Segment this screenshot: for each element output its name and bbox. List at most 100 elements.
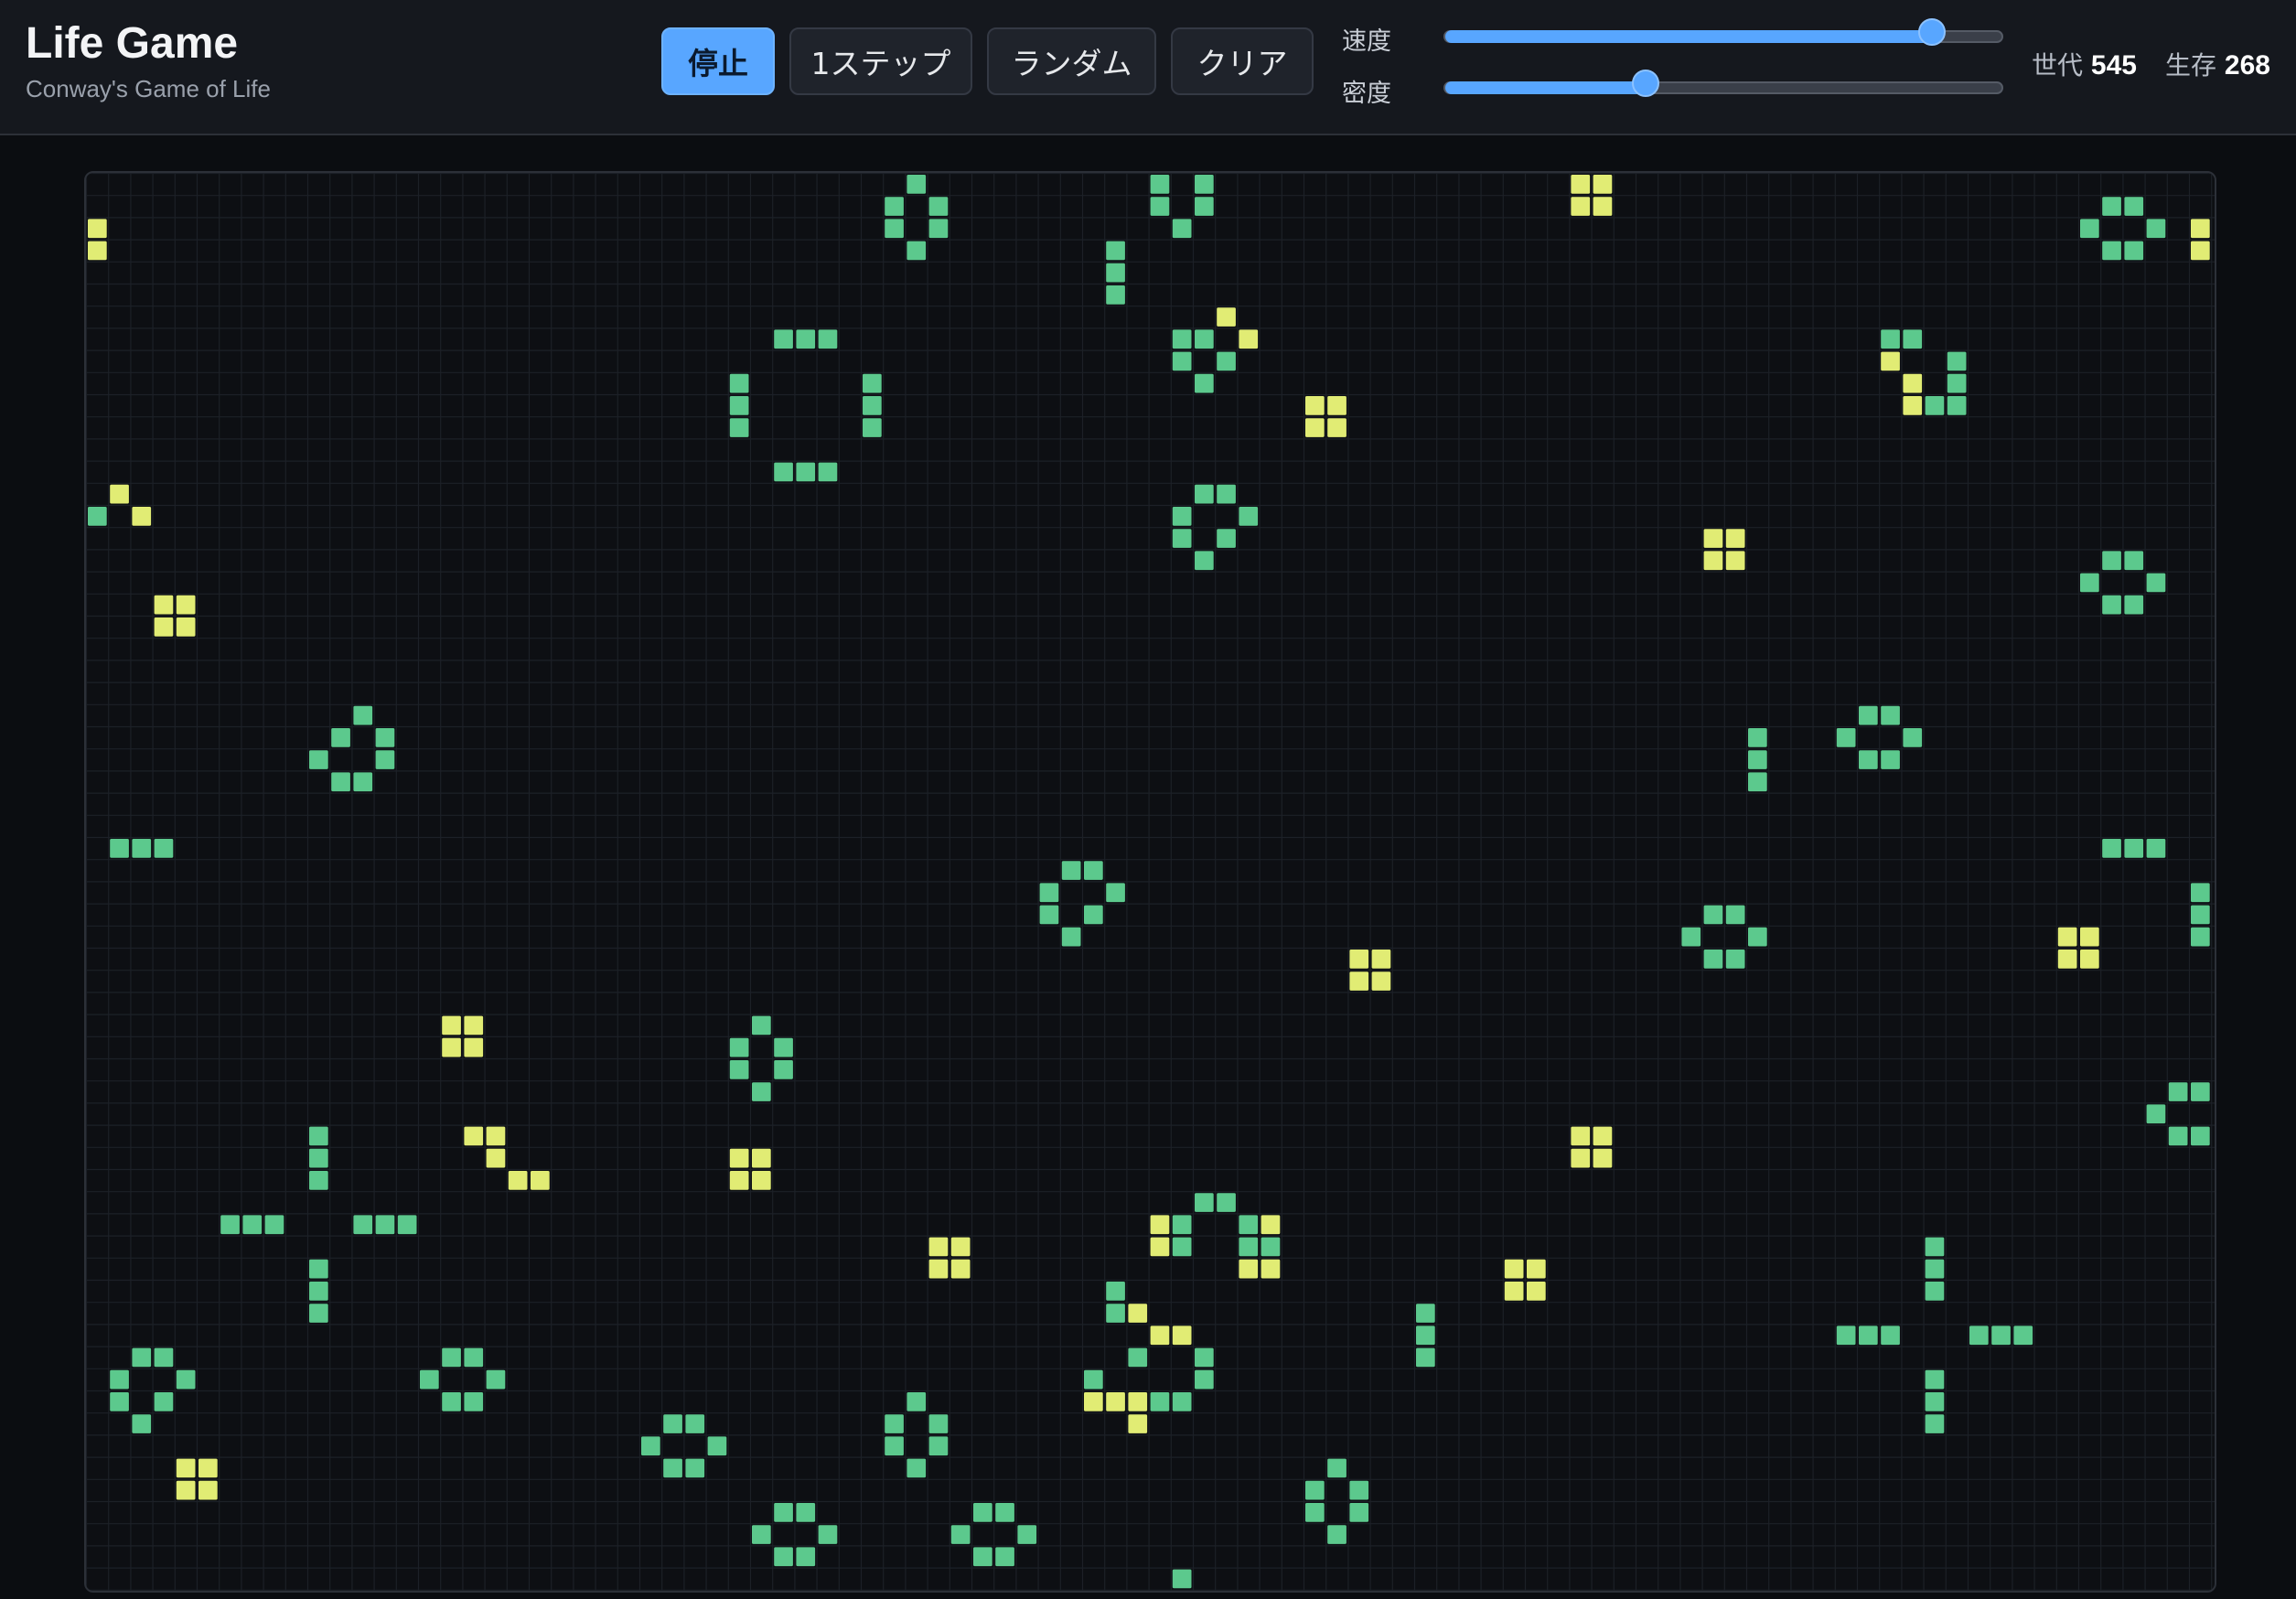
live-cell[interactable]: [1349, 1480, 1369, 1500]
live-cell[interactable]: [1217, 484, 1236, 504]
live-cell[interactable]: [1106, 883, 1125, 903]
live-cell[interactable]: [1061, 861, 1081, 880]
live-cell[interactable]: [353, 705, 373, 725]
live-cell[interactable]: [774, 462, 793, 482]
stable-cell[interactable]: [752, 1171, 771, 1190]
live-cell[interactable]: [1925, 1282, 1945, 1301]
stable-cell[interactable]: [1150, 1325, 1170, 1346]
live-cell[interactable]: [729, 418, 749, 437]
live-cell[interactable]: [1128, 1347, 1148, 1368]
live-cell[interactable]: [663, 1458, 682, 1478]
live-cell[interactable]: [110, 839, 129, 858]
stop-button[interactable]: 停止: [661, 27, 775, 95]
live-cell[interactable]: [1416, 1347, 1435, 1368]
live-cell[interactable]: [796, 1547, 816, 1567]
live-cell[interactable]: [2102, 595, 2121, 615]
speed-slider[interactable]: [1443, 18, 2003, 46]
live-cell[interactable]: [774, 1060, 793, 1079]
live-cell[interactable]: [1195, 197, 1214, 216]
live-cell[interactable]: [2124, 241, 2144, 261]
live-cell[interactable]: [154, 1347, 174, 1368]
live-cell[interactable]: [928, 197, 949, 216]
live-cell[interactable]: [154, 1392, 174, 1411]
live-cell[interactable]: [907, 175, 927, 194]
stable-cell[interactable]: [464, 1037, 484, 1057]
stable-cell[interactable]: [198, 1480, 218, 1500]
live-cell[interactable]: [1947, 373, 1967, 393]
live-cell[interactable]: [1217, 529, 1236, 548]
speed-slider-thumb[interactable]: [1918, 18, 1946, 46]
live-cell[interactable]: [729, 1060, 749, 1079]
live-cell[interactable]: [331, 772, 350, 792]
stable-cell[interactable]: [1150, 1215, 1170, 1235]
stable-cell[interactable]: [1725, 551, 1745, 571]
stable-cell[interactable]: [2191, 241, 2210, 261]
stable-cell[interactable]: [442, 1037, 461, 1057]
live-cell[interactable]: [863, 373, 882, 393]
live-cell[interactable]: [132, 839, 152, 858]
live-cell[interactable]: [2124, 551, 2144, 571]
live-cell[interactable]: [2146, 839, 2166, 858]
live-cell[interactable]: [1150, 197, 1170, 216]
live-cell[interactable]: [796, 329, 816, 349]
live-cell[interactable]: [641, 1436, 660, 1456]
stable-cell[interactable]: [1239, 329, 1259, 349]
live-cell[interactable]: [928, 1414, 949, 1433]
live-cell[interactable]: [1195, 373, 1214, 393]
live-cell[interactable]: [442, 1347, 461, 1368]
live-cell[interactable]: [1172, 351, 1192, 371]
live-cell[interactable]: [353, 772, 373, 792]
live-cell[interactable]: [1172, 329, 1192, 349]
live-cell[interactable]: [1859, 1325, 1878, 1346]
live-cell[interactable]: [685, 1414, 705, 1433]
live-cell[interactable]: [1881, 1325, 1900, 1346]
live-cell[interactable]: [2168, 1082, 2188, 1101]
live-cell[interactable]: [1195, 551, 1214, 571]
stable-cell[interactable]: [198, 1458, 218, 1478]
live-cell[interactable]: [2146, 573, 2166, 593]
density-slider[interactable]: [1443, 70, 2003, 97]
live-cell[interactable]: [1239, 507, 1259, 526]
live-cell[interactable]: [928, 1436, 949, 1456]
stable-cell[interactable]: [132, 507, 152, 526]
live-cell[interactable]: [309, 1282, 328, 1301]
stable-cell[interactable]: [1349, 950, 1369, 969]
live-cell[interactable]: [1725, 950, 1745, 969]
live-cell[interactable]: [486, 1369, 506, 1390]
live-cell[interactable]: [1881, 705, 1900, 725]
live-cell[interactable]: [1349, 1503, 1369, 1522]
stable-cell[interactable]: [1571, 1148, 1591, 1168]
live-cell[interactable]: [1106, 241, 1125, 261]
live-cell[interactable]: [264, 1215, 284, 1235]
live-cell[interactable]: [928, 219, 949, 239]
live-cell[interactable]: [685, 1458, 705, 1478]
live-cell[interactable]: [1305, 1503, 1325, 1522]
stable-cell[interactable]: [2057, 927, 2077, 947]
live-cell[interactable]: [1172, 1237, 1192, 1257]
live-cell[interactable]: [1416, 1304, 1435, 1323]
live-cell[interactable]: [2124, 839, 2144, 858]
live-cell[interactable]: [397, 1215, 417, 1235]
live-cell[interactable]: [863, 418, 882, 437]
stable-cell[interactable]: [1327, 396, 1346, 415]
life-board[interactable]: [84, 171, 2216, 1593]
live-cell[interactable]: [1703, 950, 1723, 969]
live-cell[interactable]: [420, 1369, 439, 1390]
live-cell[interactable]: [1925, 1414, 1945, 1433]
stable-cell[interactable]: [1571, 175, 1591, 194]
live-cell[interactable]: [1903, 728, 1923, 747]
stable-cell[interactable]: [1150, 1237, 1170, 1257]
live-cell[interactable]: [375, 750, 395, 769]
live-cell[interactable]: [1172, 529, 1192, 548]
live-cell[interactable]: [995, 1503, 1014, 1522]
stable-cell[interactable]: [1128, 1414, 1148, 1433]
live-cell[interactable]: [1748, 728, 1767, 747]
live-cell[interactable]: [863, 396, 882, 415]
stable-cell[interactable]: [1239, 1259, 1259, 1279]
live-cell[interactable]: [1703, 905, 1723, 925]
live-cell[interactable]: [1017, 1525, 1037, 1544]
live-cell[interactable]: [1106, 263, 1125, 283]
live-cell[interactable]: [220, 1215, 240, 1235]
live-cell[interactable]: [331, 728, 350, 747]
live-cell[interactable]: [1881, 750, 1900, 769]
